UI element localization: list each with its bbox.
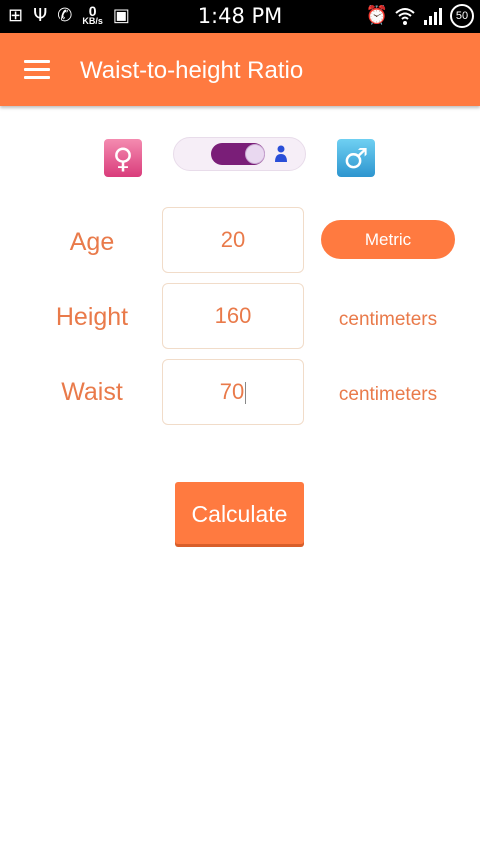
- page-title: Waist-to-height Ratio: [80, 57, 304, 84]
- gender-toggle[interactable]: [173, 137, 306, 171]
- person-icon: [275, 145, 287, 162]
- age-label: Age: [69, 228, 115, 256]
- status-bar: ⊞ Ψ ✆ 0 KB/s ▣ 1:48 PM ⏰ 50: [0, 0, 480, 33]
- height-label: Height: [55, 303, 129, 331]
- text-cursor: [245, 382, 247, 405]
- height-field[interactable]: 160: [162, 283, 304, 349]
- height-unit: centimeters: [338, 309, 438, 330]
- signal-icon: [424, 8, 442, 25]
- waist-field[interactable]: 70: [162, 359, 304, 425]
- male-icon[interactable]: ♂: [337, 139, 375, 177]
- app-bar: Waist-to-height Ratio: [0, 33, 480, 106]
- wifi-icon: [395, 8, 415, 25]
- waist-value: 70: [219, 379, 245, 404]
- alarm-icon: ⏰: [365, 5, 388, 26]
- age-field[interactable]: 20: [162, 207, 304, 273]
- status-right-icons: ⏰ 50: [366, 4, 474, 28]
- calculate-button[interactable]: Calculate: [175, 482, 304, 544]
- waist-unit: centimeters: [338, 384, 438, 405]
- toggle-pill: [211, 143, 265, 165]
- battery-icon: 50: [450, 4, 474, 28]
- female-icon[interactable]: ♀: [104, 139, 142, 177]
- toggle-knob[interactable]: [245, 144, 265, 164]
- waist-label: Waist: [61, 378, 123, 406]
- age-value: 20: [220, 227, 246, 252]
- hamburger-menu-icon[interactable]: [24, 60, 50, 80]
- metric-button[interactable]: Metric: [321, 220, 455, 259]
- height-value: 160: [214, 303, 252, 328]
